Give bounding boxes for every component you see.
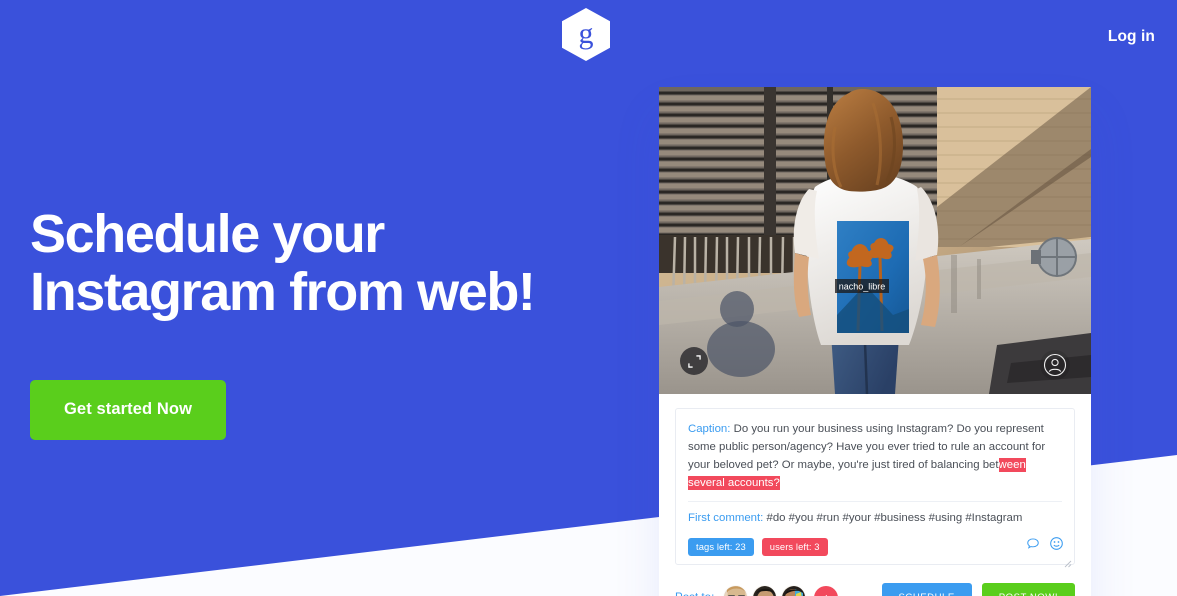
headline-line-1: Schedule your — [30, 204, 385, 264]
login-link[interactable]: Log in — [1108, 28, 1155, 46]
crop-expand-icon[interactable] — [680, 347, 708, 375]
editor-icon-group — [1026, 536, 1064, 556]
avatar-1-image — [724, 586, 748, 596]
chat-bubble-glyph — [1027, 538, 1039, 549]
schedule-button[interactable]: SCHEDULE — [881, 582, 972, 596]
first-comment-body: #do #you #run #your #business #using #In… — [763, 512, 1023, 525]
post-photo-preview[interactable]: nacho_libre — [659, 87, 1091, 394]
user-glyph — [1043, 353, 1067, 377]
site-header: g Log in — [0, 0, 1177, 78]
caption-label: Caption: — [688, 423, 731, 435]
post-editor[interactable]: Caption: Do you run your business using … — [675, 408, 1075, 568]
smiley-glyph — [1050, 537, 1063, 550]
get-started-button[interactable]: Get started Now — [30, 379, 227, 440]
editor-divider — [688, 501, 1062, 503]
post-to-label: Post to: — [675, 591, 714, 596]
resize-grip-icon[interactable] — [1064, 555, 1072, 568]
crop-glyph — [687, 354, 701, 368]
chat-bubble-icon[interactable] — [1026, 537, 1040, 556]
logo-letter: g — [578, 16, 594, 50]
avatar-3-image — [782, 586, 806, 596]
post-now-button[interactable]: POST NOW! — [981, 582, 1075, 596]
user-tag-icon[interactable] — [1040, 350, 1070, 380]
add-account-button[interactable]: + — [814, 585, 839, 596]
avatar-2-image — [753, 586, 777, 596]
photo-tag-text: nacho_libre — [839, 282, 886, 292]
resize-grip-glyph — [1064, 560, 1072, 568]
post-action-bar: Post to: — [659, 565, 1091, 596]
landing-page: g Log in Schedule your Instagram from we… — [0, 0, 1177, 596]
tags-left-badge: tags left: 23 — [688, 538, 754, 557]
photo-image: nacho_libre — [659, 87, 1091, 394]
account-avatar-2[interactable] — [752, 585, 778, 596]
brand-logo[interactable]: g — [562, 8, 610, 61]
users-left-badge: users left: 3 — [761, 538, 828, 557]
hexagon-logo-icon: g — [562, 8, 610, 61]
app-mockup-card: nacho_libre Caption: Do you run your bus… — [659, 87, 1091, 596]
smiley-face-icon[interactable] — [1049, 536, 1064, 556]
action-button-group: SCHEDULE POST NOW! — [881, 582, 1075, 596]
page-title: Schedule your Instagram from web! — [30, 205, 630, 322]
editor-badges: tags left: 23 users left: 3 — [688, 538, 1062, 557]
headline-line-2: Instagram from web! — [30, 262, 536, 323]
account-avatar-1[interactable] — [723, 585, 749, 596]
hero-section: Schedule your Instagram from web! Get st… — [30, 205, 630, 440]
caption-body: Do you run your business using Instagram… — [688, 423, 1046, 472]
first-comment-row: First comment: #do #you #run #your #busi… — [688, 510, 1062, 527]
first-comment-label: First comment: — [688, 512, 764, 525]
caption-row: Caption: Do you run your business using … — [688, 420, 1062, 492]
account-avatar-3[interactable] — [781, 585, 807, 596]
